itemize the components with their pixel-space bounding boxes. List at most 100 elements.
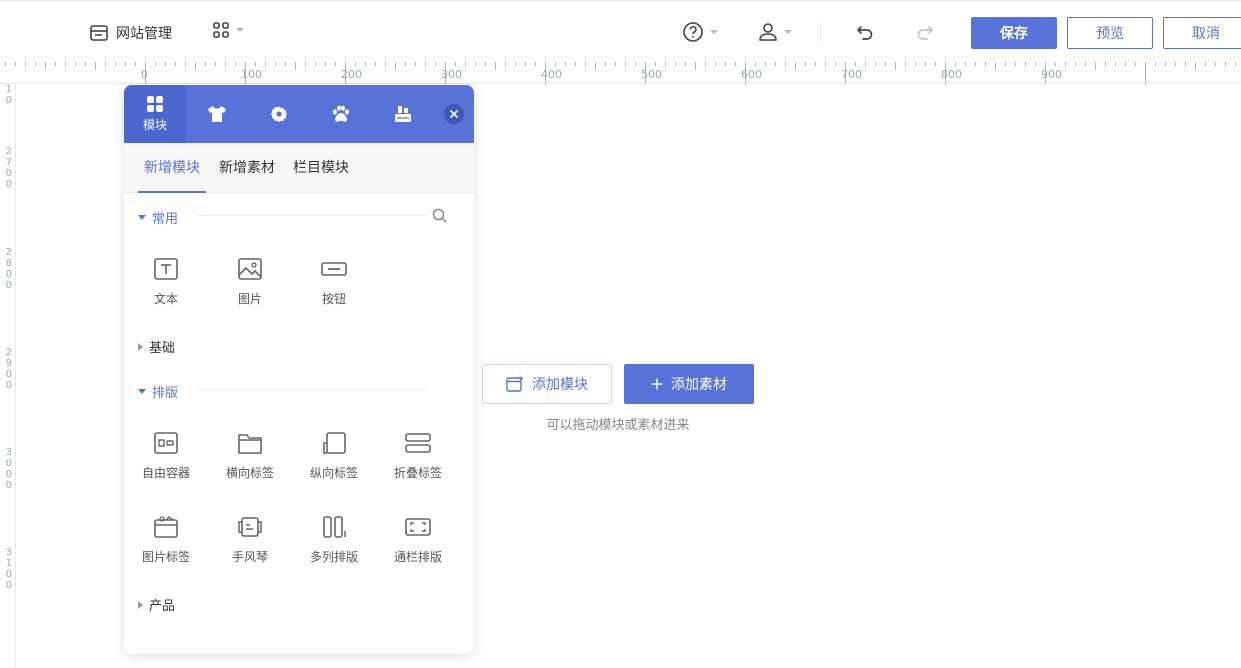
redo-button[interactable] <box>915 22 935 46</box>
tab-settings[interactable] <box>248 85 310 143</box>
add-module-label: 添加模块 <box>532 377 588 393</box>
ruler-label: 200 <box>341 68 362 81</box>
ruler-label: 400 <box>541 68 562 81</box>
button-icon <box>321 262 347 276</box>
tab-layers[interactable] <box>372 85 434 143</box>
section-product-header[interactable]: 产品 <box>138 595 175 614</box>
grid-icon <box>147 96 163 112</box>
full-width-icon <box>405 518 431 536</box>
user-menu-button[interactable] <box>758 21 792 43</box>
subtab-column-module[interactable]: 栏目模块 <box>293 143 349 193</box>
accordion-icon <box>238 517 262 537</box>
apps-menu-button[interactable] <box>212 21 244 39</box>
undo-icon <box>857 26 873 40</box>
ruler-label: 600 <box>741 68 762 81</box>
site-management-button[interactable]: 网站管理 <box>90 21 172 45</box>
vertical-tabs-icon <box>323 432 346 454</box>
drag-hint-text: 可以拖动模块或素材进来 <box>546 418 690 433</box>
help-menu-button[interactable] <box>682 21 718 43</box>
module-accordion[interactable]: 手风琴 <box>214 505 286 575</box>
search-button[interactable] <box>432 208 447 227</box>
redo-icon <box>917 26 933 40</box>
multi-column-icon <box>323 516 346 538</box>
horizontal-ruler: 0 100 200 300 400 500 600 700 800 900 <box>0 62 1241 84</box>
module-vertical-tabs[interactable]: 纵向标签 <box>298 421 370 491</box>
subtab-new-module[interactable]: 新增模块 <box>138 143 206 193</box>
chevron-down-icon <box>784 30 792 34</box>
module-label: 图片标签 <box>141 550 190 564</box>
ruler-label: 800 <box>941 68 962 81</box>
ruler-label: 900 <box>1041 68 1062 81</box>
tab-modules-label: 模块 <box>142 118 167 132</box>
toolbar-divider <box>820 23 821 43</box>
ruler-label: 3100 <box>5 547 12 591</box>
module-label: 按钮 <box>321 292 346 306</box>
subtab-new-asset[interactable]: 新增素材 <box>219 143 275 193</box>
section-product-label: 产品 <box>149 599 176 614</box>
module-full-width[interactable]: 通栏排版 <box>382 505 454 575</box>
add-asset-button[interactable]: 添加素材 <box>624 364 754 404</box>
section-divider <box>198 215 426 216</box>
section-basic-header[interactable]: 基础 <box>138 337 175 356</box>
paw-icon <box>333 105 349 122</box>
plus-icon <box>651 378 663 390</box>
section-common-label: 常用 <box>152 212 179 227</box>
browser-window-icon <box>90 25 108 41</box>
section-common-header[interactable]: 常用 <box>138 208 178 227</box>
module-multi-column[interactable]: 多列排版 <box>298 505 370 575</box>
tab-style[interactable] <box>186 85 248 143</box>
vertical-ruler: 10 2700 2800 2900 3000 3100 <box>0 84 16 668</box>
caret-down-icon <box>138 215 146 220</box>
caret-down-icon <box>138 389 146 394</box>
add-module-button[interactable]: 添加模块 <box>482 364 612 404</box>
user-icon <box>759 23 777 41</box>
gear-icon <box>270 106 288 123</box>
module-label: 多列排版 <box>309 550 358 564</box>
ruler-label: 2900 <box>5 347 12 391</box>
top-toolbar: 网站管理 保存 预览 取消 <box>0 0 1241 62</box>
chevron-down-icon <box>710 30 718 34</box>
save-button[interactable]: 保存 <box>971 17 1057 49</box>
ruler-label: 10 <box>5 84 12 106</box>
tshirt-icon <box>208 106 226 122</box>
caret-right-icon <box>138 342 143 351</box>
close-icon <box>449 109 459 119</box>
undo-button[interactable] <box>855 22 875 46</box>
chevron-down-icon <box>236 28 244 32</box>
free-container-icon <box>154 432 178 454</box>
ruler-label: 700 <box>841 68 862 81</box>
module-label: 横向标签 <box>225 466 274 480</box>
ruler-label: 2700 <box>5 146 12 190</box>
panel-close-button[interactable] <box>444 104 464 124</box>
module-image[interactable]: 图片 <box>214 247 286 317</box>
module-horizontal-tabs[interactable]: 横向标签 <box>214 421 286 491</box>
module-label: 通栏排版 <box>393 550 442 564</box>
ruler-label: 2800 <box>5 247 12 291</box>
module-panel: 模块 新增模块 新增素材 栏目模块 常用 文本 图片 按钮 基础 排版 自由容器… <box>124 85 474 654</box>
image-icon <box>238 258 262 280</box>
module-collapse-tabs[interactable]: 折叠标签 <box>382 421 454 491</box>
module-image-tabs[interactable]: 图片标签 <box>130 505 202 575</box>
section-divider <box>198 389 426 390</box>
module-label: 折叠标签 <box>393 466 442 480</box>
text-icon <box>154 258 178 280</box>
ruler-label: 500 <box>641 68 662 81</box>
module-button[interactable]: 按钮 <box>298 247 370 317</box>
tab-paw[interactable] <box>310 85 372 143</box>
ruler-label: 100 <box>241 68 262 81</box>
module-label: 图片 <box>237 292 262 306</box>
tab-modules[interactable]: 模块 <box>124 85 186 143</box>
site-management-label: 网站管理 <box>116 26 172 42</box>
preview-button[interactable]: 预览 <box>1067 17 1153 49</box>
ruler-label: 3000 <box>5 447 12 491</box>
add-asset-label: 添加素材 <box>671 377 727 393</box>
panel-tab-bar: 模块 <box>124 85 474 143</box>
module-label: 文本 <box>153 292 178 306</box>
section-layout-header[interactable]: 排版 <box>138 382 178 401</box>
module-free-container[interactable]: 自由容器 <box>130 421 202 491</box>
caret-right-icon <box>138 600 143 609</box>
section-layout-label: 排版 <box>152 386 179 401</box>
module-text[interactable]: 文本 <box>130 247 202 317</box>
cancel-button[interactable]: 取消 <box>1163 17 1241 49</box>
horizontal-tabs-icon <box>238 434 262 454</box>
